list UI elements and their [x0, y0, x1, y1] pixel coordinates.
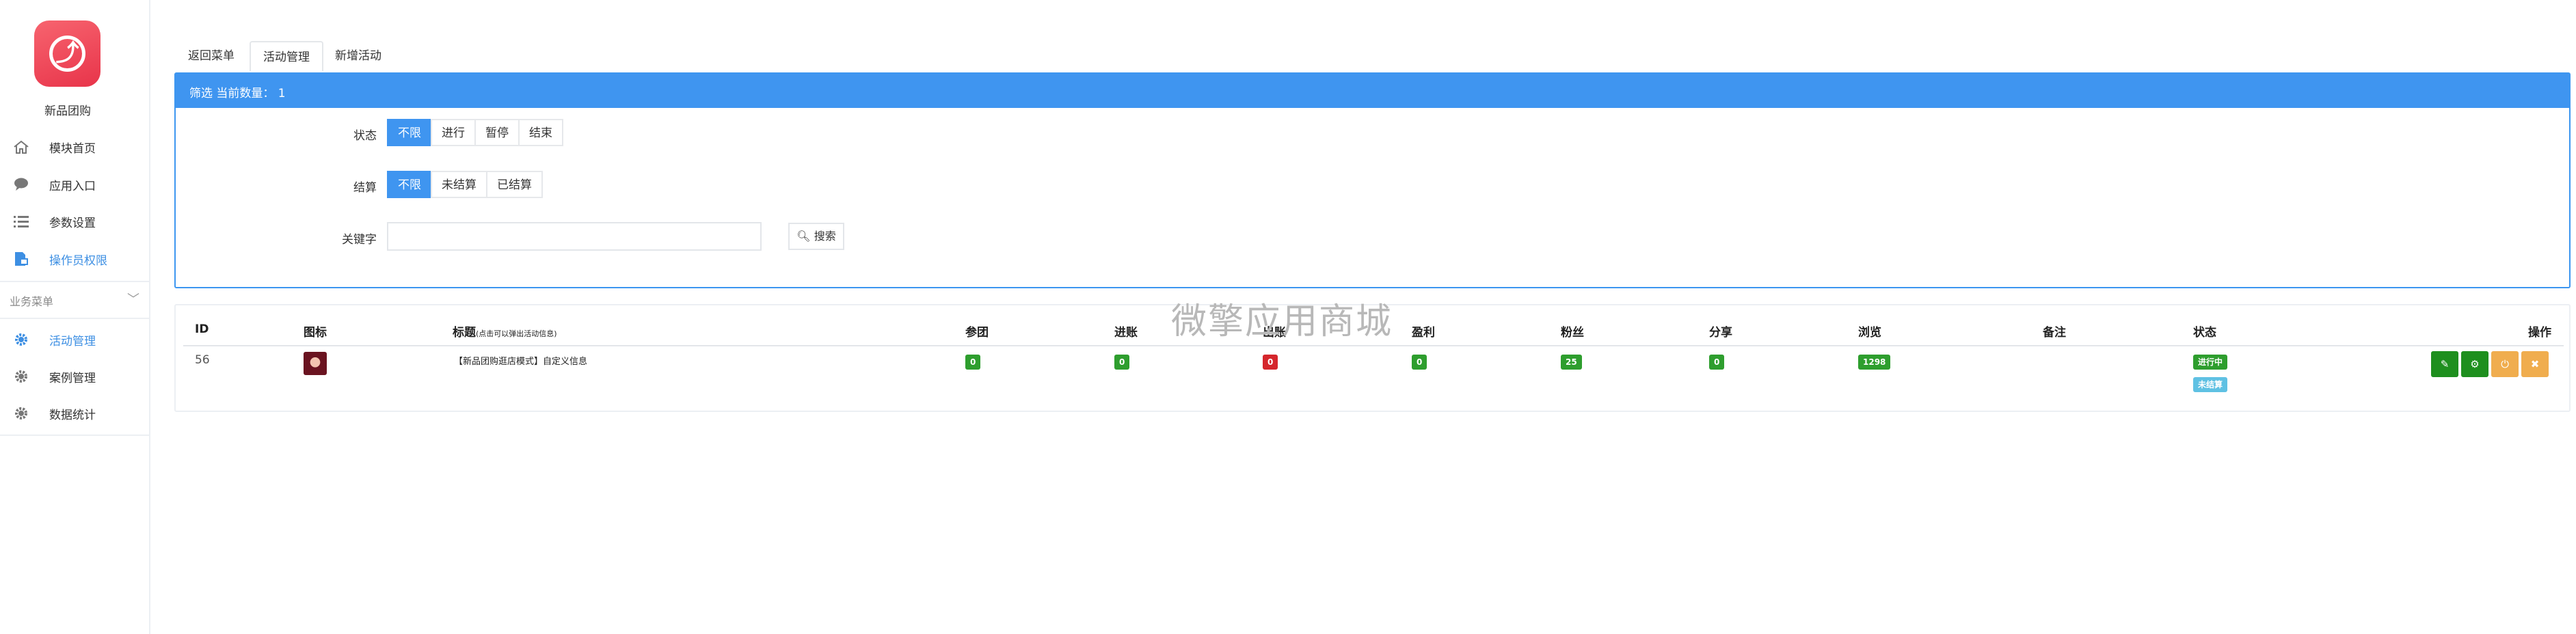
- status-filter-group: 不限 进行 暂停 结束: [387, 119, 563, 146]
- col-views: 浏览: [1858, 326, 1881, 340]
- edit-icon: ✎: [2440, 358, 2450, 370]
- fans-badge: 25: [1561, 355, 1582, 370]
- sidebar-item-operator-permission[interactable]: 操作员权限: [0, 240, 150, 277]
- chevron-down-icon: ﹀: [127, 292, 139, 307]
- settle-option-unsettled[interactable]: 未结算: [431, 171, 487, 198]
- status-badge: 进行中: [2193, 355, 2228, 370]
- filter-count-text: 筛选 当前数量： 1: [189, 87, 286, 100]
- tab-back-menu[interactable]: 返回菜单: [176, 41, 247, 71]
- views-badge: 1298: [1858, 355, 1891, 370]
- status-option-ended[interactable]: 结束: [518, 119, 563, 146]
- sidebar-item-home[interactable]: 模块首页: [0, 128, 150, 165]
- sidebar-item-label: 操作员权限: [49, 254, 107, 268]
- col-status: 状态: [2193, 326, 2216, 340]
- settings-button[interactable]: ⚙: [2461, 351, 2488, 377]
- col-title-label: 标题: [453, 326, 476, 340]
- close-icon: ✖: [2530, 358, 2540, 370]
- keyword-label: 关键字: [342, 233, 377, 247]
- app-name: 新品团购: [44, 105, 91, 118]
- col-income: 进账: [1114, 326, 1138, 340]
- settle-status-badge: 未结算: [2193, 377, 2228, 392]
- sidebar-item-label: 案例管理: [49, 372, 96, 385]
- status-option-paused[interactable]: 暂停: [474, 119, 520, 146]
- sidebar-item-label: 参数设置: [49, 217, 96, 230]
- sidebar-item-label: 模块首页: [49, 142, 96, 156]
- col-fans: 粉丝: [1561, 326, 1584, 340]
- toggle-button[interactable]: ⏻: [2491, 351, 2519, 377]
- search-icon: 🔍︎: [796, 230, 811, 243]
- filter-panel-header: 筛选 当前数量： 1: [176, 74, 2569, 108]
- profit-badge: 0: [1412, 355, 1427, 370]
- sidebar-divider: [0, 318, 150, 319]
- settle-option-any[interactable]: 不限: [387, 171, 432, 198]
- gear-icon: [15, 407, 27, 419]
- section-title: 业务菜单: [10, 295, 54, 308]
- join-badge: 0: [965, 355, 981, 370]
- sidebar-item-label: 应用入口: [49, 180, 96, 193]
- app-header: ⤴ 新品团购: [0, 0, 150, 120]
- sidebar-item-statistics[interactable]: 数据统计: [0, 395, 150, 432]
- sidebar-divider: [0, 435, 150, 436]
- settle-filter-group: 不限 未结算 已结算: [387, 171, 543, 198]
- search-button-label: 搜索: [814, 230, 836, 243]
- col-profit: 盈利: [1412, 326, 1435, 340]
- watermark: 微擎应用商城: [1171, 301, 1393, 342]
- col-join: 参团: [965, 326, 989, 340]
- col-actions: 操作: [2528, 326, 2551, 340]
- gear-icon: [15, 370, 27, 383]
- sidebar-item-label: 活动管理: [49, 335, 96, 348]
- logo-glyph-icon: ⤴: [49, 36, 85, 72]
- col-title: 标题(点击可以弹出活动信息): [453, 322, 557, 340]
- sidebar-item-activity-manage[interactable]: 活动管理: [0, 321, 150, 358]
- expense-badge: 0: [1263, 355, 1278, 370]
- sidebar-section-business[interactable]: 业务菜单 ﹀: [0, 283, 150, 317]
- list-icon: [14, 216, 29, 228]
- home-icon: [14, 140, 29, 154]
- document-lock-icon: [15, 252, 28, 266]
- col-remark: 备注: [2043, 326, 2066, 340]
- power-icon: ⏻: [2501, 358, 2509, 370]
- gear-icon: [15, 333, 27, 346]
- activity-thumbnail: [304, 352, 327, 375]
- cell-title-link[interactable]: 【新品团购逛店模式】自定义信息: [454, 354, 587, 367]
- sidebar-item-settings[interactable]: 参数设置: [0, 203, 150, 240]
- tab-activity-manage[interactable]: 活动管理: [250, 41, 323, 71]
- col-share: 分享: [1709, 326, 1732, 340]
- settle-option-settled[interactable]: 已结算: [486, 171, 543, 198]
- search-button[interactable]: 🔍︎ 搜索: [788, 223, 844, 250]
- keyword-input[interactable]: [387, 222, 762, 251]
- col-title-hint: (点击可以弹出活动信息): [476, 329, 557, 338]
- sidebar-divider: [0, 281, 150, 282]
- col-id: ID: [195, 322, 209, 336]
- sidebar-item-entry[interactable]: 应用入口: [0, 166, 150, 203]
- status-option-any[interactable]: 不限: [387, 119, 432, 146]
- chat-bubble-icon: [14, 178, 28, 191]
- sidebar-item-label: 数据统计: [49, 409, 96, 422]
- status-filter-label: 状态: [353, 129, 377, 143]
- col-icon: 图标: [304, 326, 327, 340]
- sidebar-item-case-manage[interactable]: 案例管理: [0, 358, 150, 395]
- app-logo: ⤴: [34, 20, 100, 87]
- gear-icon: ⚙: [2470, 358, 2480, 370]
- settle-filter-label: 结算: [353, 181, 377, 195]
- sidebar: ⤴ 新品团购 模块首页 应用入口 参数设置 操作员权限 业务菜单 ﹀ 活动管理 …: [0, 0, 150, 634]
- tab-add-activity[interactable]: 新增活动: [323, 41, 394, 71]
- status-option-ongoing[interactable]: 进行: [431, 119, 476, 146]
- delete-button[interactable]: ✖: [2521, 351, 2549, 377]
- table-header-divider: [183, 345, 2564, 346]
- edit-button[interactable]: ✎: [2431, 351, 2458, 377]
- cell-id: 56: [195, 353, 210, 367]
- income-badge: 0: [1114, 355, 1130, 370]
- share-badge: 0: [1709, 355, 1725, 370]
